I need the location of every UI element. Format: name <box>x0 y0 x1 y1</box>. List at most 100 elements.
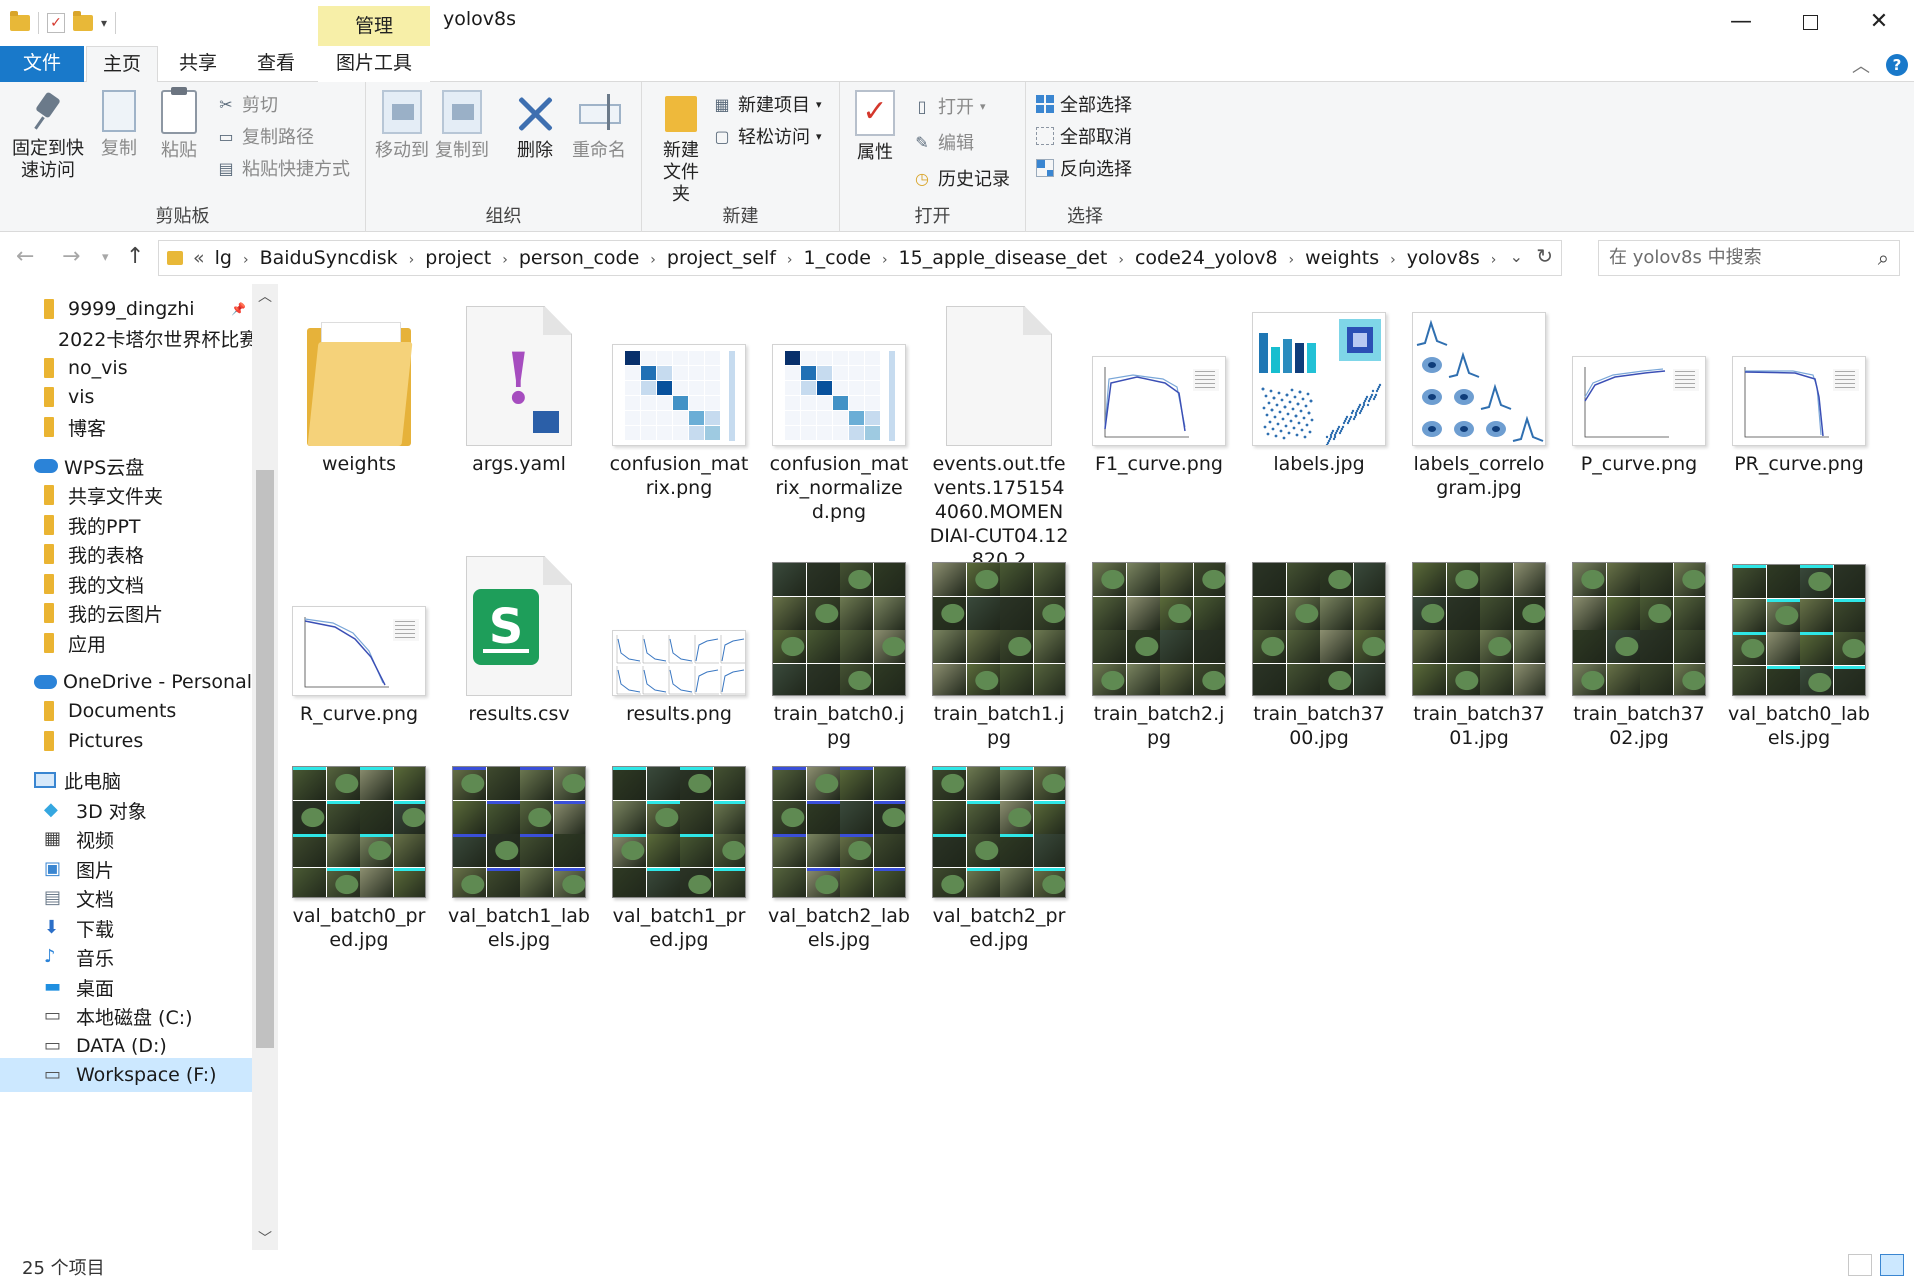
delete-button[interactable]: 删除 <box>510 90 560 162</box>
breadcrumb-item[interactable]: project <box>425 247 491 269</box>
file-item[interactable]: train_batch3702.jpg <box>1564 546 1714 750</box>
sidebar-item[interactable]: 此电脑 <box>0 763 252 797</box>
breadcrumb-item[interactable]: weights <box>1305 247 1379 269</box>
select-none-button[interactable]: 全部取消 <box>1036 122 1132 150</box>
folder-icon[interactable] <box>10 11 30 31</box>
refresh-icon[interactable]: ↻ <box>1536 244 1553 268</box>
file-item[interactable]: val_batch2_labels.jpg <box>764 748 914 952</box>
file-item[interactable]: R_curve.png <box>284 546 434 726</box>
sidebar-item[interactable]: Documents <box>0 694 252 728</box>
breadcrumb-separator-icon[interactable]: › <box>243 252 249 268</box>
file-item[interactable]: train_batch1.jpg <box>924 546 1074 750</box>
file-item[interactable]: ! args.yaml <box>444 296 594 476</box>
invert-selection-button[interactable]: 反向选择 <box>1036 154 1132 182</box>
new-folder-icon[interactable] <box>73 11 93 31</box>
tab-manage[interactable]: 管理 <box>318 6 430 46</box>
sidebar-item[interactable]: 博客 <box>0 410 252 444</box>
file-item[interactable]: val_batch2_pred.jpg <box>924 748 1074 952</box>
file-item[interactable]: events.out.tfevents.1751544060.MOMENDIAI… <box>924 296 1074 572</box>
easy-access-button[interactable]: ▢ 轻松访问 ▾ <box>712 122 821 150</box>
scroll-thumb[interactable] <box>256 470 274 1048</box>
file-item[interactable]: Sresults.csv <box>444 546 594 726</box>
sidebar-item[interactable]: 2022卡塔尔世界杯比赛 <box>0 321 252 355</box>
recent-locations-icon[interactable]: ▾ <box>102 250 109 265</box>
file-item[interactable]: F1_curve.png <box>1084 296 1234 476</box>
new-folder-button[interactable]: 新建文件夹 <box>648 90 714 206</box>
file-item[interactable]: train_batch2.jpg <box>1084 546 1234 750</box>
file-item[interactable]: val_batch1_labels.jpg <box>444 748 594 952</box>
collapse-ribbon-icon[interactable]: ︿ <box>1852 52 1870 78</box>
sidebar-item[interactable]: ▤ 文档 <box>0 881 252 915</box>
tab-share[interactable]: 共享 <box>162 46 234 82</box>
help-icon[interactable]: ? <box>1886 54 1908 76</box>
details-view-icon[interactable] <box>1848 1254 1872 1276</box>
tab-home[interactable]: 主页 <box>86 46 158 83</box>
file-item[interactable]: confusion_matrix_normalized.png <box>764 296 914 524</box>
breadcrumb-item[interactable]: 1_code <box>804 247 871 269</box>
paste-shortcut-button[interactable]: ▤ 粘贴快捷方式 <box>216 154 350 182</box>
close-button[interactable]: ✕ <box>1844 0 1914 46</box>
file-item[interactable]: val_batch0_labels.jpg <box>1724 546 1874 750</box>
edit-button[interactable]: ✎ 编辑 <box>912 128 974 156</box>
file-item[interactable]: val_batch1_pred.jpg <box>604 748 754 952</box>
large-icons-view-icon[interactable] <box>1880 1254 1904 1276</box>
file-item[interactable]: val_batch0_pred.jpg <box>284 748 434 952</box>
file-item[interactable]: confusion_matrix.png <box>604 296 754 500</box>
breadcrumb-separator-icon[interactable]: › <box>502 252 508 268</box>
copy-path-button[interactable]: ▭ 复制路径 <box>216 122 314 150</box>
new-item-button[interactable]: ▦ 新建项目 ▾ <box>712 90 821 118</box>
breadcrumb-separator-icon[interactable]: › <box>409 252 415 268</box>
properties-icon[interactable]: ✓ <box>47 13 65 33</box>
breadcrumb-separator-icon[interactable]: › <box>787 252 793 268</box>
sidebar-item[interactable]: Pictures <box>0 724 252 758</box>
sidebar-item[interactable]: 共享文件夹 <box>0 478 252 512</box>
back-arrow-icon[interactable]: ← <box>16 244 34 269</box>
sidebar-item[interactable]: vis <box>0 380 252 414</box>
pin-quick-access-button[interactable]: 固定到快速访问 <box>6 90 90 182</box>
file-item[interactable]: PR_curve.png <box>1724 296 1874 476</box>
address-dropdown-icon[interactable]: ⌄ <box>1510 247 1523 266</box>
sidebar-item[interactable]: ▭ 本地磁盘 (C:) <box>0 999 252 1033</box>
address-bar[interactable]: « lg › BaiduSyncdisk › project › person_code › p… <box>158 240 1562 276</box>
tab-view[interactable]: 查看 <box>240 46 312 82</box>
file-item[interactable]: labels_correlogram.jpg <box>1404 296 1554 500</box>
file-item[interactable]: train_batch0.jpg <box>764 546 914 750</box>
breadcrumb-separator-icon[interactable]: › <box>882 252 888 268</box>
breadcrumb-item[interactable]: project_self <box>667 247 776 269</box>
sidebar-item[interactable]: 我的云图片 <box>0 596 252 630</box>
copy-button[interactable]: 复制 <box>94 90 144 160</box>
scroll-up-icon[interactable]: ︿ <box>258 286 272 306</box>
paste-button[interactable]: 粘贴 <box>154 87 204 162</box>
file-item[interactable]: train_batch3701.jpg <box>1404 546 1554 750</box>
breadcrumb-item[interactable]: code24_yolov8 <box>1135 247 1278 269</box>
sidebar-item[interactable]: ▦ 视频 <box>0 822 252 856</box>
tab-picture-tools[interactable]: 图片工具 <box>318 46 430 82</box>
breadcrumb-item[interactable]: yolov8s <box>1407 247 1480 269</box>
forward-arrow-icon[interactable]: → <box>62 244 80 269</box>
copy-to-button[interactable]: 复制到 <box>434 90 490 162</box>
breadcrumb-separator-icon[interactable]: › <box>650 252 656 268</box>
tab-file[interactable]: 文件 <box>0 46 84 82</box>
breadcrumb-item[interactable]: lg <box>215 247 232 269</box>
file-item[interactable]: labels.jpg <box>1244 296 1394 476</box>
breadcrumb-item[interactable]: person_code <box>519 247 639 269</box>
up-arrow-icon[interactable]: ↑ <box>126 244 144 269</box>
breadcrumb-item[interactable]: BaiduSyncdisk <box>260 247 398 269</box>
file-item[interactable]: results.png <box>604 546 754 726</box>
select-all-button[interactable]: 全部选择 <box>1036 90 1132 118</box>
breadcrumb-separator-icon[interactable]: › <box>1491 252 1497 268</box>
sidebar-item[interactable]: 应用 <box>0 626 252 660</box>
move-to-button[interactable]: 移动到 <box>374 90 430 162</box>
minimize-button[interactable]: — <box>1706 0 1776 46</box>
sidebar-item[interactable]: 我的表格 <box>0 537 252 571</box>
file-item[interactable]: train_batch3700.jpg <box>1244 546 1394 750</box>
nav-scrollbar[interactable]: ︿ ﹀ <box>252 284 278 1250</box>
breadcrumb-separator-icon[interactable]: › <box>1118 252 1124 268</box>
scroll-down-icon[interactable]: ﹀ <box>258 1228 272 1248</box>
open-button[interactable]: ▯ 打开 ▾ <box>912 92 986 120</box>
sidebar-item[interactable]: ▭ Workspace (F:) <box>0 1058 252 1092</box>
history-button[interactable]: ◷ 历史记录 <box>912 164 1010 192</box>
file-item[interactable]: P_curve.png <box>1564 296 1714 476</box>
rename-button[interactable]: 重命名 <box>566 90 632 162</box>
folder-item[interactable]: weights <box>284 296 434 476</box>
